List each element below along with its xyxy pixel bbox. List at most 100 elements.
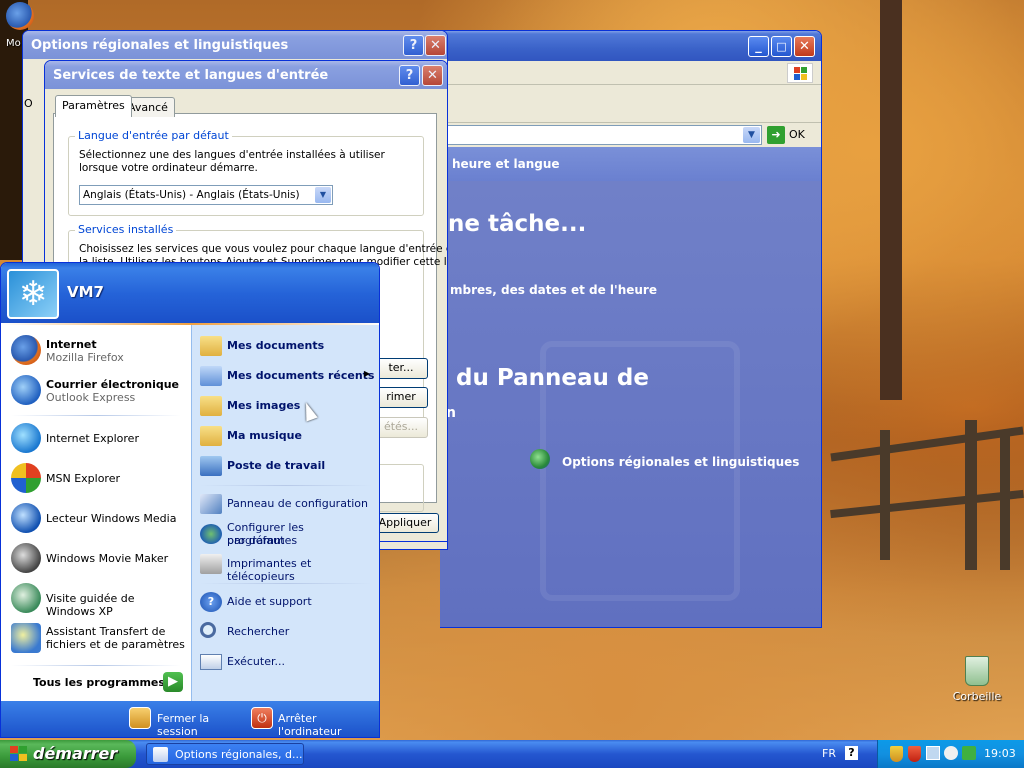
recent-program[interactable]: MSN Explorer [7,461,187,497]
menu-bar [440,61,821,85]
help-button[interactable]: ? [403,35,424,56]
start-menu[interactable]: ❄ VM7 Internet Mozilla Firefox Courrier … [0,262,380,738]
my-music-icon [200,426,222,446]
shutdown-button[interactable]: ⏻ Arrêter l'ordinateur [249,707,377,737]
address-input[interactable] [444,125,762,145]
task-heading: ne tâche... [448,211,587,237]
control-panel-titlebar[interactable]: _ □ ✕ [440,31,821,61]
start-menu-places: Mes documents Mes documents récents ▶ Me… [191,325,379,701]
places-my-pictures[interactable]: Mes images [198,393,376,419]
default-language-group: Langue d'entrée par défaut Sélectionnez … [68,129,424,216]
start-menu-programs: Internet Mozilla Firefox Courrier électr… [1,325,191,701]
msn-icon [11,463,41,493]
firefox-icon [11,335,41,365]
maximize-button[interactable]: □ [771,36,792,57]
language-indicator[interactable]: FR [822,747,836,760]
my-documents-icon [200,336,222,356]
logoff-button[interactable]: Fermer la session [127,707,245,737]
help-icon: ? [200,592,222,612]
places-my-music[interactable]: Ma musique [198,423,376,449]
separator [200,485,372,486]
chevron-down-icon[interactable]: ▼ [315,187,331,203]
start-button[interactable]: démarrer [0,740,136,768]
printers-icon [200,554,222,574]
regional-options-titlebar[interactable]: Options régionales et linguistiques ? ✕ [23,31,447,59]
item-title: Mes images [227,399,301,412]
recycle-bin-icon [965,656,989,686]
language-help-icon[interactable]: ? [845,746,858,760]
logoff-key-icon [129,707,151,729]
category-header: heure et langue [440,147,821,181]
item-title: Lecteur Windows Media [46,512,177,525]
search-icon [200,622,216,638]
recent-program[interactable]: Internet Explorer [7,421,187,457]
places-help[interactable]: ? Aide et support [198,589,376,615]
clock[interactable]: 19:03 [984,747,1016,760]
text-services-titlebar[interactable]: Services de texte et langues d'entrée ? … [45,61,447,89]
go-button-label[interactable]: OK [789,128,805,141]
control-panel-window[interactable]: _ □ ✕ ▼ ➜ OK heure et langue ne tâche...… [440,30,822,628]
properties-button[interactable]: étés... [374,417,428,438]
select-value: Anglais (États-Unis) - Anglais (États-Un… [83,189,300,201]
places-my-documents[interactable]: Mes documents [198,333,376,359]
item-title: Rechercher [227,625,290,638]
minimize-button[interactable]: _ [748,36,769,57]
address-dropdown-button[interactable]: ▼ [743,127,760,143]
pinned-email[interactable]: Courrier électronique Outlook Express [7,373,187,409]
media-player-icon [11,503,41,533]
task-link[interactable]: mbres, des dates et de l'heure [450,283,657,297]
apply-button[interactable]: Appliquer [371,513,439,533]
places-control-panel[interactable]: Panneau de configuration [198,491,376,517]
default-programs-icon [200,524,222,544]
regional-options-link[interactable]: Options régionales et linguistiques [562,455,799,469]
clipped-label: O [24,97,33,110]
desktop-icon-label: Corbeille [952,690,1002,703]
item-title: Internet [46,338,97,351]
close-button[interactable]: ✕ [794,36,815,57]
recent-program[interactable]: Windows Movie Maker [7,541,187,577]
user-name: VM7 [67,283,104,301]
fence-post [880,430,890,560]
item-title: Mes documents récents [227,369,375,382]
remove-button[interactable]: rimer [374,387,428,408]
taskbar: démarrer Options régionales, d... FR ? 1… [0,740,1024,768]
tour-icon [11,583,41,613]
tab-settings[interactable]: Paramètres [55,95,132,117]
taskbar-button-regional[interactable]: Options régionales, d... [146,743,304,765]
security-shield-icon[interactable] [890,746,903,762]
places-printers[interactable]: Imprimantes et télécopieurs [198,551,376,583]
pinned-internet[interactable]: Internet Mozilla Firefox [7,333,187,369]
go-arrow-icon[interactable]: ➜ [767,126,785,144]
places-search[interactable]: Rechercher [198,619,376,645]
all-programs-button[interactable]: Tous les programmes ▶ [11,671,186,695]
shutdown-label: Arrêter l'ordinateur [278,712,342,738]
update-icon[interactable] [962,746,976,760]
desktop-icon-label: Mo [6,38,21,49]
desktop-icon-recycle-bin[interactable]: Corbeille [942,656,1012,703]
recent-documents-icon [200,366,222,386]
recent-program[interactable]: Lecteur Windows Media [7,501,187,537]
places-run[interactable]: Exécuter... [198,649,376,675]
close-button[interactable]: ✕ [422,65,443,86]
default-language-select[interactable]: Anglais (États-Unis) - Anglais (États-Un… [79,185,333,205]
recent-program[interactable]: Assistant Transfert de fichiers et de pa… [7,621,187,657]
desktop-icon-firefox[interactable]: Mo [0,0,40,49]
places-recent-documents[interactable]: Mes documents récents ▶ [198,363,376,389]
close-button[interactable]: ✕ [425,35,446,56]
group-description: Sélectionnez une des langues d'entrée in… [79,149,385,174]
item-title: Internet Explorer [46,432,139,445]
help-button[interactable]: ? [399,65,420,86]
add-button[interactable]: ter... [374,358,428,379]
windows-logo-icon [787,63,813,83]
recent-program[interactable]: Visite guidée de Windows XP [7,581,187,618]
places-my-computer[interactable]: Poste de travail [198,453,376,479]
safely-remove-icon[interactable] [944,746,958,760]
places-default-programs[interactable]: Configurer les programmes par défaut [198,521,376,551]
regional-options-icon[interactable] [530,449,550,469]
item-title: Windows Movie Maker [46,552,169,565]
item-title: Assistant Transfert de [46,625,166,638]
network-icon[interactable] [926,746,940,760]
tree-trunk [880,0,902,400]
group-label: Services installés [75,223,177,236]
antivirus-shield-icon[interactable] [908,746,921,762]
